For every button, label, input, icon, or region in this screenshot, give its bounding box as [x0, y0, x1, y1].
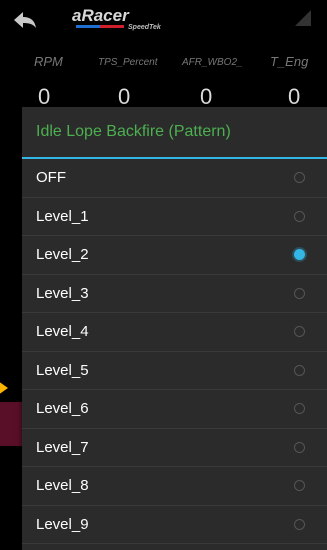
option-label: Level_4 — [36, 323, 89, 340]
option-item[interactable]: Level_1 — [22, 198, 327, 236]
option-item[interactable]: Level_9 — [22, 506, 327, 544]
option-item[interactable]: Level_4 — [22, 313, 327, 352]
top-bar: aRacer SpeedTek — [0, 0, 327, 40]
option-item[interactable]: Level_6 — [22, 390, 327, 429]
gauge-row: RPM TPS_Percent AFR_WBO2_ T_Eng 0 0 0 0 — [0, 42, 327, 112]
gauge-label-tps: TPS_Percent — [98, 57, 158, 68]
option-label: Level_6 — [36, 400, 89, 417]
option-item[interactable]: OFF — [22, 159, 327, 198]
radio-button[interactable] — [294, 480, 305, 491]
option-list: OFF Level_1 Level_2 Level_3 Level_4 Level_5 Le… — [22, 159, 327, 544]
logo-subtext: SpeedTek — [128, 24, 162, 31]
dialog-title: Idle Lope Backfire (Pattern) — [22, 107, 327, 159]
option-item[interactable]: Level_7 — [22, 429, 327, 467]
option-label: Level_2 — [36, 246, 89, 263]
option-item[interactable]: Level_3 — [22, 275, 327, 313]
radio-button[interactable] — [294, 249, 305, 260]
aracer-logo: aRacer SpeedTek — [72, 6, 162, 31]
option-label: OFF — [36, 169, 66, 186]
option-label: Level_5 — [36, 361, 89, 379]
option-label: Level_9 — [36, 515, 89, 533]
radio-button[interactable] — [294, 364, 305, 376]
radio-button[interactable] — [294, 441, 305, 453]
radio-button[interactable] — [294, 287, 305, 299]
selection-marker-icon — [0, 381, 8, 395]
gauge-label-afr: AFR_WBO2_ — [182, 57, 243, 68]
radio-button[interactable] — [294, 172, 305, 183]
option-item[interactable]: Level_8 — [22, 467, 327, 506]
option-item[interactable]: Level_5 — [22, 352, 327, 390]
radio-button[interactable] — [294, 210, 305, 222]
option-dialog: Idle Lope Backfire (Pattern) OFF Level_1 L… — [22, 107, 327, 550]
gauge-label-teng: T_Eng — [270, 54, 309, 69]
radio-button[interactable] — [294, 326, 305, 337]
option-item[interactable]: Level_2 — [22, 236, 327, 275]
signal-icon — [295, 10, 311, 26]
logo-text: aRacer — [72, 6, 130, 25]
option-label: Level_7 — [36, 438, 89, 456]
gauge-label-rpm: RPM — [34, 54, 63, 69]
option-label: Level_1 — [36, 207, 89, 225]
radio-button[interactable] — [294, 403, 305, 414]
option-label: Level_8 — [36, 477, 89, 494]
radio-button[interactable] — [294, 518, 305, 530]
option-label: Level_3 — [36, 284, 89, 302]
back-arrow-icon[interactable] — [12, 10, 38, 30]
